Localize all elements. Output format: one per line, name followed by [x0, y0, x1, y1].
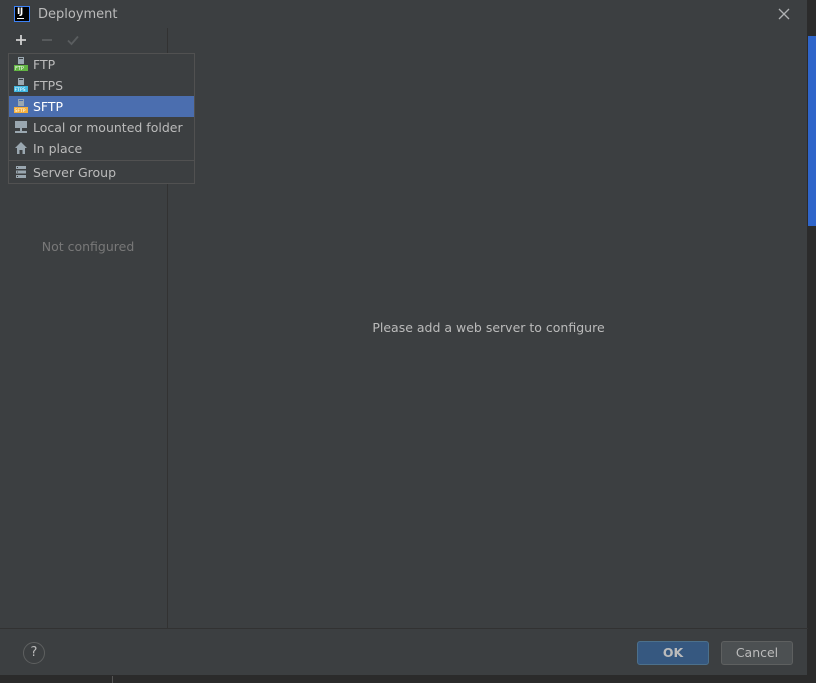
menu-item-label: Server Group — [33, 165, 117, 180]
svg-text:SFTP: SFTP — [15, 108, 26, 113]
ftp-icon: FTP — [14, 57, 28, 72]
home-icon — [14, 141, 28, 155]
menu-item-ftps[interactable]: FTPS FTPS — [9, 75, 194, 96]
sftp-icon: SFTP — [14, 99, 28, 114]
menu-item-label: FTP — [33, 57, 56, 72]
menu-item-local-folder[interactable]: Local or mounted folder — [9, 117, 194, 138]
menu-item-label: Local or mounted folder — [33, 120, 183, 135]
ok-button[interactable]: OK — [637, 641, 709, 665]
svg-text:FTP: FTP — [15, 66, 24, 71]
server-config-panel: Please add a web server to configure — [169, 28, 808, 628]
menu-item-label: In place — [33, 141, 83, 156]
menu-item-in-place[interactable]: In place — [9, 138, 194, 159]
ide-divider — [112, 676, 113, 683]
folder-drive-icon — [14, 120, 28, 134]
add-server-menu: FTP FTP FTPS FTPS SFTP SFTP Local or mou… — [8, 53, 195, 184]
remove-icon[interactable] — [39, 32, 55, 48]
menu-item-label: FTPS — [33, 78, 64, 93]
intellij-app-icon: IJ — [14, 6, 30, 22]
check-icon[interactable] — [65, 32, 81, 48]
server-list-toolbar — [8, 28, 168, 52]
menu-item-sftp[interactable]: SFTP SFTP — [9, 96, 194, 117]
add-icon[interactable] — [13, 32, 29, 48]
not-configured-text: Not configured — [41, 239, 135, 254]
ide-scrollbar-accent — [808, 36, 816, 226]
close-icon[interactable] — [776, 6, 792, 22]
menu-separator — [9, 160, 194, 161]
add-server-message: Please add a web server to configure — [372, 320, 605, 335]
svg-text:FTPS: FTPS — [15, 87, 26, 92]
dialog-footer: ? OK Cancel — [0, 628, 808, 677]
app-icon-letters: IJ — [17, 7, 23, 17]
server-group-icon — [14, 165, 28, 179]
menu-item-label: SFTP — [33, 99, 64, 114]
help-button[interactable]: ? — [23, 642, 45, 664]
window-title: Deployment — [38, 7, 118, 22]
menu-item-server-group[interactable]: Server Group — [9, 162, 194, 183]
title-bar[interactable]: IJ Deployment — [0, 0, 808, 28]
cancel-button[interactable]: Cancel — [721, 641, 793, 665]
ftps-icon: FTPS — [14, 78, 28, 93]
menu-item-ftp[interactable]: FTP FTP — [9, 54, 194, 75]
